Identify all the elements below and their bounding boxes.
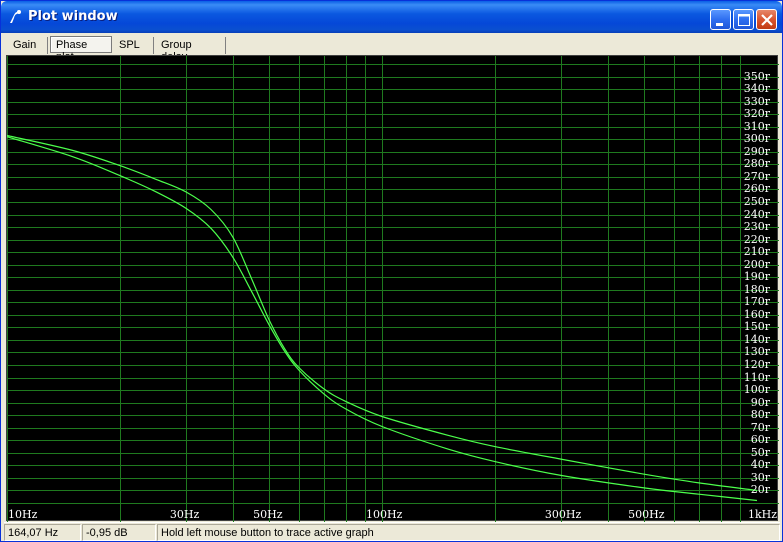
y-tick-label: 50r [750,445,770,459]
y-tick-label: 270r [743,169,770,183]
y-tick-label: 190r [743,270,770,284]
y-tick-label: 40r [750,458,770,472]
tab-bar: Gain Phase plot SPL Group delay [4,35,780,63]
close-button[interactable] [756,9,777,30]
y-tick-label: 90r [750,395,770,409]
status-frequency: 164,07 Hz [4,524,81,541]
y-tick-label: 20r [750,483,770,497]
y-tick-label: 350r [743,69,770,83]
y-tick-label: 230r [743,220,770,234]
y-tick-label: 200r [743,257,770,271]
close-icon [761,14,773,26]
y-tick-label: 60r [750,433,770,447]
x-tick-label: 1kHz [748,508,778,521]
y-tick-label: 210r [743,245,770,259]
plot-window: Plot window Gain Phase plot SPL Group de… [0,0,783,542]
tab-spl[interactable]: SPL [114,37,154,54]
status-bar: 164,07 Hz -0,95 dB Hold left mouse butto… [4,522,780,541]
y-tick-label: 330r [743,94,770,108]
y-tick-label: 170r [743,295,770,309]
y-tick-label: 300r [743,132,770,146]
y-tick-label: 290r [743,144,770,158]
y-tick-label: 220r [743,232,770,246]
x-tick-label: 300Hz [544,508,582,521]
phase-plot-area[interactable]: 10Hz 30Hz 50Hz 100Hz 300Hz 500Hz 1kHz 350r 340r 3… [6,55,779,522]
y-tick-label: 70r [750,420,770,434]
y-tick-label: 250r [743,194,770,208]
y-tick-label: 260r [743,182,770,196]
y-tick-label: 30r [750,470,770,484]
y-tick-label: 180r [743,282,770,296]
tab-phase-plot[interactable]: Phase plot [50,36,112,63]
y-tick-label: 280r [743,157,770,171]
y-tick-label: 310r [743,119,770,133]
title-bar[interactable]: Plot window [1,1,782,33]
x-tick-label: 50Hz [253,508,283,521]
y-tick-label: 120r [743,358,770,372]
y-tick-label: 80r [750,408,770,422]
maximize-icon [738,14,750,26]
y-tick-label: 150r [743,320,770,334]
phase-chart [7,56,779,522]
y-tick-label: 160r [743,307,770,321]
app-icon [10,10,21,23]
y-tick-label: 140r [743,332,770,346]
minimize-button[interactable] [710,9,731,30]
tab-gain[interactable]: Gain [8,37,48,54]
y-tick-label: 340r [743,82,770,96]
status-level: -0,95 dB [82,524,156,541]
minimize-icon [716,23,723,26]
x-tick-label: 100Hz [366,508,403,521]
x-tick-label: 10Hz [8,508,38,521]
y-tick-label: 110r [743,370,770,384]
y-tick-label: 240r [743,207,770,221]
status-hint: Hold left mouse button to trace active g… [157,524,780,541]
x-tick-label: 30Hz [169,508,200,521]
y-tick-label: 320r [743,107,770,121]
maximize-button[interactable] [733,9,754,30]
window-title: Plot window [28,9,118,24]
chart-grid [7,56,779,522]
y-tick-label: 100r [743,383,770,397]
tab-group-delay[interactable]: Group delay [156,37,226,63]
y-tick-label: 130r [743,345,770,359]
x-tick-label: 500Hz [628,508,665,521]
